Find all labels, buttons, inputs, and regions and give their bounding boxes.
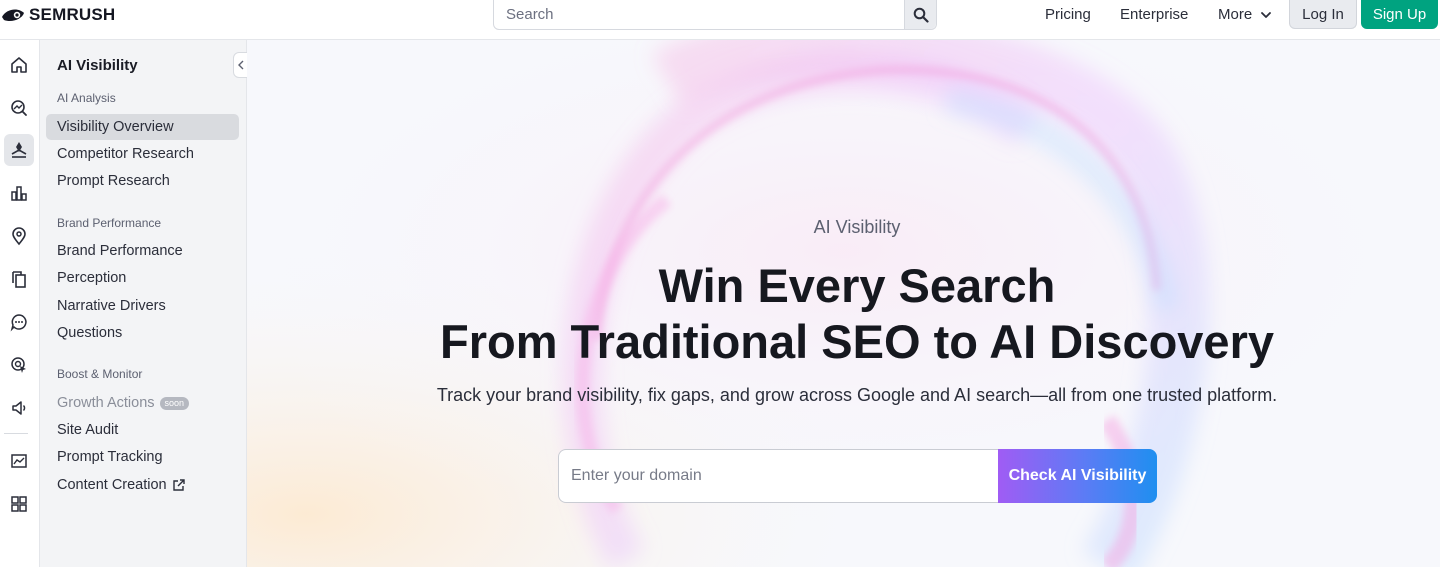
hero-title: Win Every Search From Traditional SEO to… <box>247 258 1440 370</box>
sidebar-item-growth-actions: Growth Actions soon <box>46 390 239 416</box>
search-icon <box>913 7 929 23</box>
chat-bubble-icon <box>10 314 27 332</box>
sidebar-item-prompt-research[interactable]: Prompt Research <box>46 168 239 194</box>
hero-title-line-1: Win Every Search <box>658 259 1056 312</box>
rail-apps-button[interactable] <box>4 488 34 520</box>
sidebar-item-visibility-overview[interactable]: Visibility Overview <box>46 114 239 140</box>
rail-pr-button[interactable] <box>4 392 34 424</box>
content-icon <box>12 271 26 288</box>
sidebar-item-prompt-tracking[interactable]: Prompt Tracking <box>46 444 239 470</box>
nav-more-menu[interactable]: More <box>1218 6 1272 23</box>
sidebar-item-brand-performance[interactable]: Brand Performance <box>46 238 239 264</box>
search-button[interactable] <box>904 0 936 29</box>
seo-icon <box>11 100 27 116</box>
soon-badge: soon <box>159 396 190 410</box>
apps-grid-icon <box>11 496 27 512</box>
sidebar-item-narrative-drivers[interactable]: Narrative Drivers <box>46 293 239 319</box>
nav-enterprise-link[interactable]: Enterprise <box>1120 6 1188 23</box>
hero-title-line-2: From Traditional SEO to AI Discovery <box>440 315 1274 368</box>
ai-visibility-icon <box>11 142 27 158</box>
sidebar-item-label: Growth Actions <box>57 395 155 411</box>
hero-subtitle: Track your brand visibility, fix gaps, a… <box>436 385 1278 405</box>
rail-home-button[interactable] <box>4 49 34 81</box>
nav-more-label: More <box>1218 6 1253 23</box>
rail-ads-button[interactable] <box>4 349 34 381</box>
global-search <box>493 0 937 30</box>
sidebar-item-label: Content Creation <box>57 477 167 493</box>
rail-content-button[interactable] <box>4 263 34 295</box>
traffic-icon <box>11 186 27 201</box>
location-pin-icon <box>12 227 26 246</box>
sidebar-section-label: Brand Performance <box>57 216 162 230</box>
rail-seo-button[interactable] <box>4 92 34 124</box>
sidebar-section-label: AI Analysis <box>57 91 116 105</box>
nav-pricing-link[interactable]: Pricing <box>1045 6 1091 23</box>
sidebar-item-questions[interactable]: Questions <box>46 320 239 346</box>
login-button[interactable]: Log In <box>1289 0 1357 29</box>
megaphone-icon <box>12 401 26 415</box>
signup-button[interactable]: Sign Up <box>1361 0 1438 29</box>
rail-divider <box>4 433 28 434</box>
sidebar-item-content-creation[interactable]: Content Creation <box>46 472 239 498</box>
rail-local-button[interactable] <box>4 220 34 252</box>
icon-rail <box>0 40 40 567</box>
rail-social-button[interactable] <box>4 306 34 338</box>
sidebar-item-site-audit[interactable]: Site Audit <box>46 417 239 443</box>
rail-traffic-button[interactable] <box>4 177 34 209</box>
hero-section: AI Visibility Win Every Search From Trad… <box>247 40 1440 567</box>
reports-icon <box>11 454 27 468</box>
chevron-down-icon <box>1261 11 1272 18</box>
external-link-icon <box>172 479 185 491</box>
domain-check-form: Check AI Visibility <box>558 449 1157 503</box>
semrush-logo-icon <box>2 9 24 22</box>
home-icon <box>11 57 27 73</box>
sidebar-title: AI Visibility <box>57 57 138 74</box>
domain-input[interactable] <box>558 449 998 503</box>
semrush-logo[interactable]: SEMRUSH <box>0 4 115 26</box>
brand-name: SEMRUSH <box>29 5 116 24</box>
sidebar-section-label: Boost & Monitor <box>57 367 143 381</box>
top-bar: SEMRUSH Pricing Enterprise More Log In S… <box>0 0 1440 40</box>
rail-reports-button[interactable] <box>4 445 34 477</box>
search-input[interactable] <box>494 0 904 29</box>
chevron-left-icon <box>238 60 244 70</box>
sidebar-item-competitor-research[interactable]: Competitor Research <box>46 141 239 167</box>
hero-eyebrow: AI Visibility <box>813 217 901 237</box>
ai-visibility-sidebar: AI Visibility AI Analysis Visibility Ove… <box>40 40 249 567</box>
check-ai-visibility-button[interactable]: Check AI Visibility <box>998 449 1157 503</box>
rail-ai-visibility-button[interactable] <box>4 134 34 166</box>
cursor-target-icon <box>11 357 26 373</box>
sidebar-item-perception[interactable]: Perception <box>46 265 239 291</box>
